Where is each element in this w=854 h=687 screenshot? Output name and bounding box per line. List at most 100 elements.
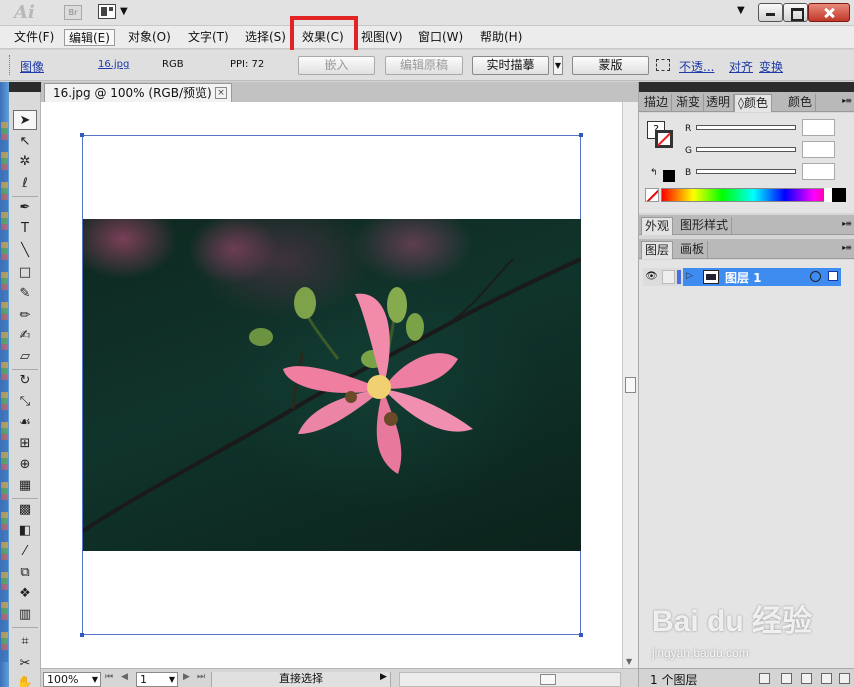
slider-r[interactable] — [696, 125, 796, 130]
selection-tool-icon[interactable]: ➤ — [13, 110, 37, 130]
align-link[interactable]: 对齐 — [729, 58, 753, 75]
artboard-tool-icon[interactable]: ⌗ — [13, 632, 37, 652]
column-graph-tool-icon[interactable]: ▥ — [13, 605, 37, 625]
menu-view[interactable]: 视图(V) — [357, 29, 407, 46]
blend-tool-icon[interactable]: ⧉ — [13, 563, 37, 583]
warp-tool-icon[interactable]: ☙ — [13, 413, 37, 433]
last-artboard-icon[interactable]: ⏭ — [197, 672, 205, 682]
tab-transparency[interactable]: 透明 — [703, 94, 735, 112]
maximize-button[interactable] — [783, 3, 808, 22]
panel-menu-icon[interactable]: ▸≡ — [842, 243, 852, 252]
new-layer-icon[interactable] — [821, 673, 832, 684]
tab-appearance[interactable]: 外观 — [641, 217, 674, 235]
tab-artboards[interactable]: 画板 — [677, 241, 709, 259]
transform-bounds-icon[interactable] — [656, 59, 670, 71]
black-swatch[interactable] — [832, 188, 846, 202]
live-trace-options-dropdown[interactable]: ▼ — [553, 56, 563, 75]
new-sublayer-icon[interactable] — [801, 673, 812, 684]
selection-handle[interactable] — [80, 133, 84, 137]
layer-row[interactable]: 👁 ▷ 图层 1 — [643, 268, 841, 286]
selection-indicator[interactable] — [828, 271, 838, 281]
tab-graphic-styles[interactable]: 图形样式 — [677, 217, 733, 235]
mask-button[interactable]: 蒙版 — [572, 56, 649, 75]
magic-wand-tool-icon[interactable]: ✲ — [13, 152, 37, 172]
type-tool-icon[interactable]: T — [13, 219, 37, 239]
panel-menu-icon[interactable]: ▸≡ — [842, 219, 852, 228]
vertical-scroll-thumb[interactable] — [625, 377, 636, 393]
opacity-link[interactable]: 不透... — [679, 58, 714, 75]
workspace-switcher-icon[interactable]: ▼ — [737, 5, 745, 16]
horizontal-scroll-thumb[interactable] — [540, 674, 556, 685]
slider-g[interactable] — [696, 147, 796, 152]
rotate-tool-icon[interactable]: ↻ — [13, 371, 37, 391]
edit-original-button[interactable]: 编辑原稿 — [385, 56, 463, 75]
layer-name[interactable]: 图层 1 — [725, 269, 762, 286]
locate-object-icon[interactable] — [759, 673, 770, 684]
tab-color-guide[interactable]: 颜色 — [785, 94, 817, 112]
default-black-swatch[interactable] — [663, 170, 675, 182]
tab-stroke[interactable]: 描边 — [641, 94, 673, 112]
document-tab[interactable]: 16.jpg @ 100% (RGB/预览) × — [44, 83, 232, 102]
vertical-scrollbar[interactable]: ▼ — [622, 102, 638, 668]
paintbrush-tool-icon[interactable]: ✎ — [13, 284, 37, 304]
close-button[interactable] — [808, 3, 850, 22]
free-transform-tool-icon[interactable]: ⊞ — [13, 434, 37, 454]
first-artboard-icon[interactable]: ⏮ — [105, 672, 113, 682]
white-swatch[interactable] — [824, 188, 832, 202]
expand-triangle-icon[interactable]: ▷ — [686, 271, 693, 281]
mesh-tool-icon[interactable]: ▩ — [13, 500, 37, 520]
linked-file-link[interactable]: 16.jpg — [98, 59, 129, 70]
minimize-button[interactable] — [758, 3, 783, 22]
slice-tool-icon[interactable]: ✂ — [13, 654, 37, 674]
control-bar-grip[interactable] — [9, 55, 12, 75]
horizontal-scrollbar[interactable] — [399, 672, 621, 687]
menu-window[interactable]: 窗口(W) — [414, 29, 467, 46]
bridge-button[interactable]: Br — [64, 5, 82, 20]
rectangle-tool-icon[interactable]: □ — [13, 263, 37, 283]
menu-file[interactable]: 文件(F) — [10, 29, 58, 46]
lasso-tool-icon[interactable]: ℓ — [13, 174, 37, 194]
tools-panel-header[interactable] — [9, 82, 41, 92]
transform-link[interactable]: 变换 — [759, 58, 783, 75]
gradient-tool-icon[interactable]: ◧ — [13, 521, 37, 541]
target-circle-icon[interactable] — [810, 271, 821, 282]
eyedropper-tool-icon[interactable]: ⁄ — [13, 542, 37, 562]
lock-toggle[interactable] — [662, 270, 675, 284]
swap-fill-stroke-icon[interactable]: ↰ — [650, 168, 658, 178]
color-spectrum[interactable] — [661, 188, 846, 202]
tab-gradient[interactable]: 渐变 — [673, 94, 705, 112]
zoom-select[interactable]: 100% ▼ — [43, 672, 101, 687]
symbol-sprayer-tool-icon[interactable]: ❖ — [13, 584, 37, 604]
menu-edit[interactable]: 编辑(E) — [64, 29, 115, 46]
selection-handle[interactable] — [579, 133, 583, 137]
artboard-number-select[interactable]: 1 ▼ — [136, 672, 178, 687]
panel-dock-header[interactable] — [639, 82, 854, 92]
scroll-down-arrow-icon[interactable]: ▼ — [626, 657, 632, 666]
eraser-tool-icon[interactable]: ▱ — [13, 347, 37, 367]
scale-tool-icon[interactable]: ⤡ — [13, 392, 37, 412]
status-menu-arrow-icon[interactable]: ▶ — [380, 672, 387, 682]
layer-selected-row[interactable]: ▷ 图层 1 — [683, 268, 841, 286]
live-trace-button[interactable]: 实时描摹 — [472, 56, 549, 75]
hand-tool-icon[interactable]: ✋ — [13, 674, 37, 687]
object-type-link[interactable]: 图像 — [20, 58, 44, 75]
value-field-b[interactable] — [802, 163, 835, 180]
menu-object[interactable]: 对象(O) — [124, 29, 175, 46]
menu-help[interactable]: 帮助(H) — [476, 29, 526, 46]
arrange-documents-button[interactable]: ▼ — [98, 4, 130, 21]
current-tool-status[interactable]: 直接选择 — [211, 672, 391, 687]
pen-tool-icon[interactable]: ✒ — [13, 198, 37, 218]
fill-stroke-widget[interactable]: ? — [647, 121, 675, 151]
value-field-g[interactable] — [802, 141, 835, 158]
selection-handle[interactable] — [579, 633, 583, 637]
shape-builder-tool-icon[interactable]: ⊕ — [13, 455, 37, 475]
embed-button[interactable]: 嵌入 — [298, 56, 375, 75]
close-tab-icon[interactable]: × — [215, 87, 227, 99]
tab-layers[interactable]: 图层 — [641, 241, 674, 259]
blob-brush-tool-icon[interactable]: ✍ — [13, 326, 37, 346]
make-clipping-mask-icon[interactable] — [781, 673, 792, 684]
pencil-tool-icon[interactable]: ✏ — [13, 306, 37, 326]
menu-select[interactable]: 选择(S) — [241, 29, 290, 46]
stroke-swatch-icon[interactable] — [655, 130, 673, 148]
menu-type[interactable]: 文字(T) — [184, 29, 233, 46]
